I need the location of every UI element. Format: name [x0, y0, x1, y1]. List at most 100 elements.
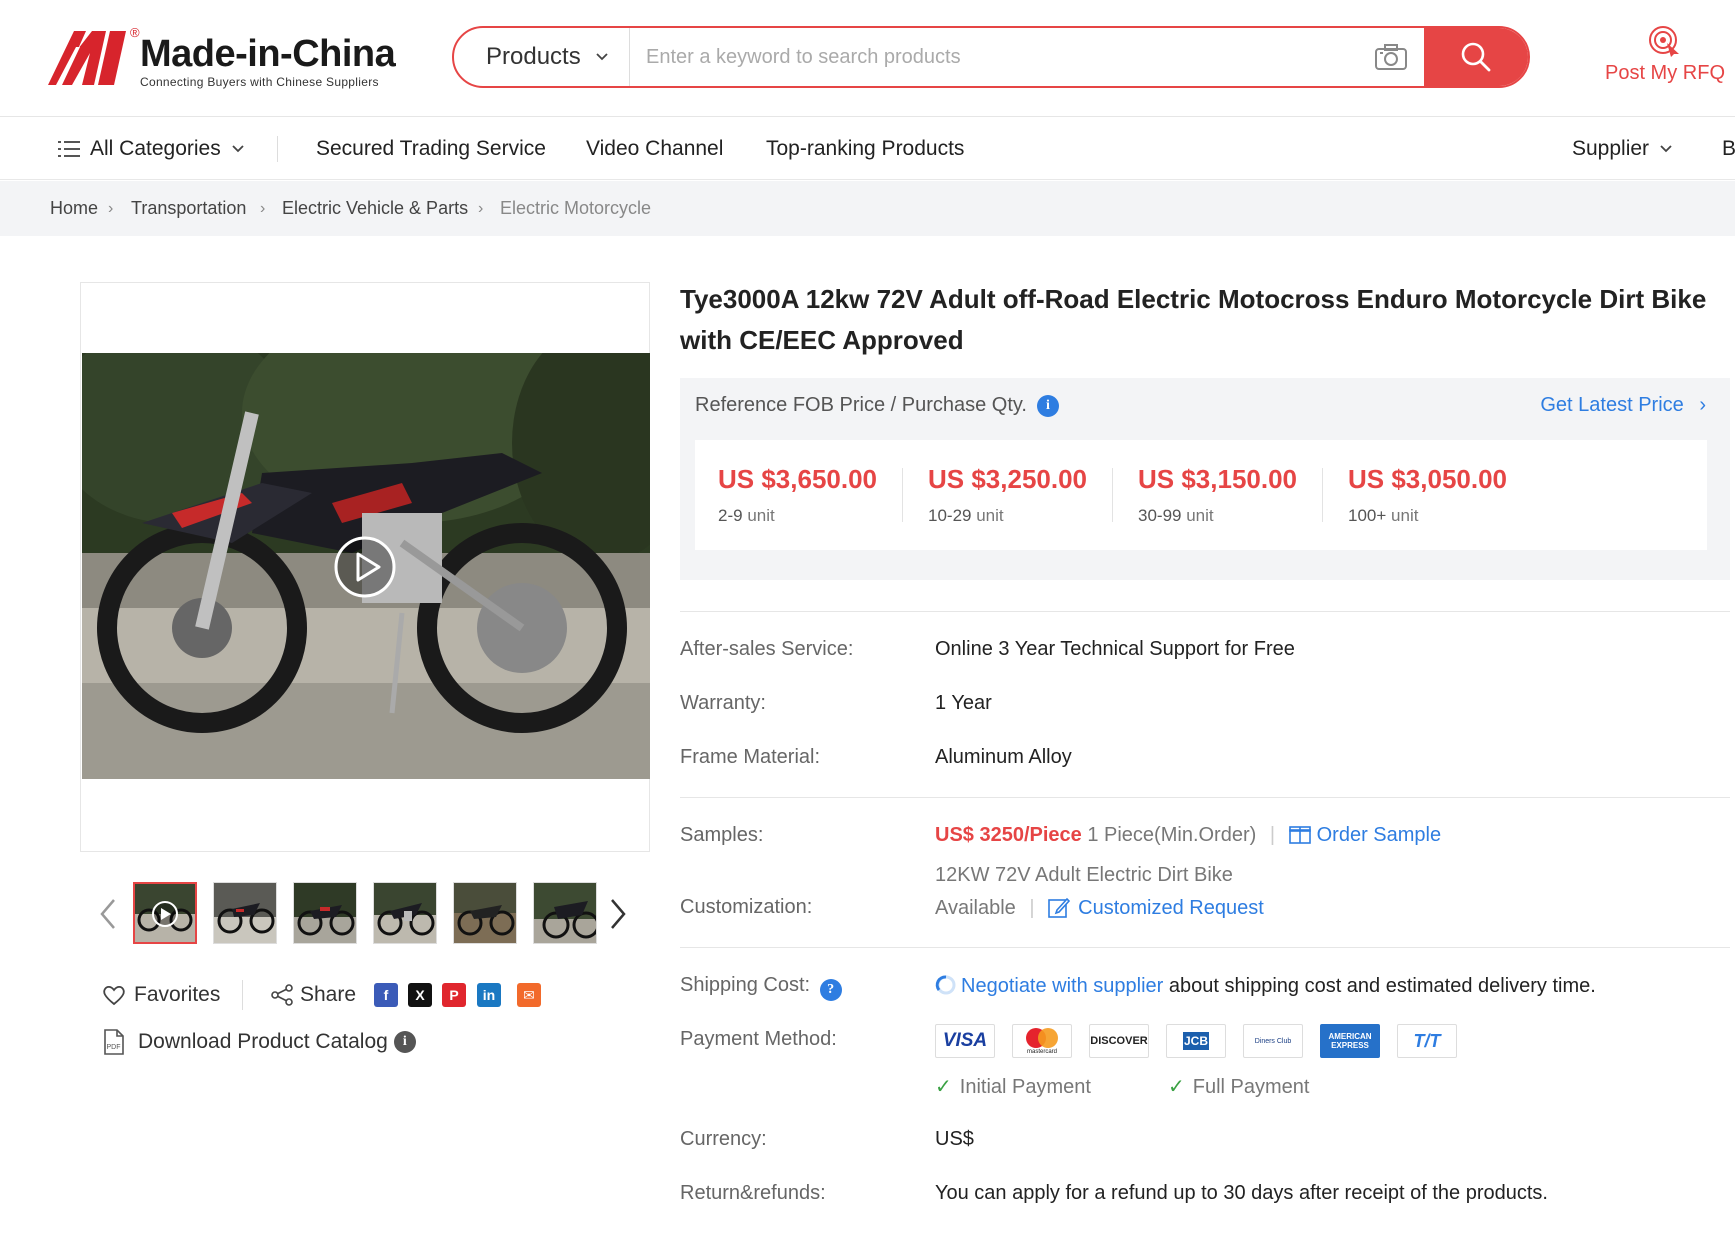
search-input[interactable] — [630, 28, 1390, 86]
customized-request-link[interactable]: Customized Request — [1048, 897, 1264, 919]
thumbnail-next-icon[interactable] — [606, 896, 630, 932]
thumbnail-image — [374, 883, 436, 943]
info-icon[interactable]: i — [393, 1031, 416, 1053]
facebook-icon[interactable]: f — [374, 983, 398, 1007]
supplier-menu[interactable]: Supplier — [1572, 118, 1673, 180]
thumbnail-image — [534, 883, 596, 943]
action-divider — [242, 980, 243, 1010]
email-icon[interactable]: ✉ — [517, 983, 541, 1007]
spec-value: Aluminum Alloy — [935, 746, 1072, 768]
section-divider — [680, 947, 1730, 948]
linkedin-icon[interactable]: in — [477, 983, 501, 1007]
get-latest-price-link[interactable]: Get Latest Price › — [1540, 394, 1706, 417]
thumbnail-3[interactable] — [293, 882, 357, 944]
tier-divider — [1322, 468, 1323, 522]
camera-search-icon[interactable] — [1374, 42, 1408, 72]
logo-mark-icon — [48, 31, 126, 85]
jcb-icon: JCB — [1166, 1024, 1226, 1058]
search-type-label: Products — [486, 43, 581, 70]
breadcrumb-transportation[interactable]: Transportation — [131, 181, 246, 236]
thumbnail-4[interactable] — [373, 882, 437, 944]
breadcrumb-electric-vehicle[interactable]: Electric Vehicle & Parts — [282, 181, 468, 236]
currency-label: Currency: — [680, 1128, 767, 1150]
section-divider — [680, 797, 1730, 798]
breadcrumb-home[interactable]: Home — [50, 181, 98, 236]
spec-label: Frame Material: — [680, 746, 821, 768]
spec-label: Warranty: — [680, 692, 766, 714]
thumbnail-6[interactable] — [533, 882, 597, 944]
pinterest-icon[interactable]: P — [442, 983, 466, 1007]
price-header-label: Reference FOB Price / Purchase Qty. — [695, 394, 1027, 416]
order-sample-label: Order Sample — [1316, 824, 1442, 846]
chevron-down-icon — [596, 53, 608, 61]
price-header: Reference FOB Price / Purchase Qty. i — [695, 394, 1059, 417]
tier-price: US $3,250.00 — [928, 464, 1088, 494]
tier-divider — [902, 468, 903, 522]
x-twitter-icon[interactable]: X — [408, 983, 432, 1007]
nav-divider — [277, 136, 278, 162]
thumbnail-image — [294, 883, 356, 943]
amex-icon: AMERICAN EXPRESS — [1320, 1024, 1380, 1058]
thumbnail-image — [214, 883, 276, 943]
nav-cut-item[interactable]: B — [1722, 118, 1735, 180]
search-button[interactable] — [1424, 28, 1528, 86]
tier-price: US $3,650.00 — [718, 464, 878, 494]
help-icon[interactable]: ? — [819, 979, 842, 1001]
video-play-icon[interactable] — [333, 535, 397, 599]
shipping-text: about shipping cost and estimated delive… — [1168, 975, 1596, 997]
breadcrumb-current: Electric Motorcycle — [500, 198, 652, 218]
price-tier: US $3,050.00 100+ unit — [1325, 440, 1535, 550]
mastercard-icon: mastercard — [1012, 1024, 1072, 1058]
all-categories-menu[interactable]: All Categories — [58, 118, 245, 180]
site-header: ® Made-in-China Connecting Buyers with C… — [0, 0, 1735, 117]
favorites-label: Favorites — [134, 983, 221, 1006]
main-nav: All Categories Secured Trading Service V… — [0, 118, 1735, 180]
list-menu-icon — [58, 141, 80, 157]
thumbnail-video[interactable] — [133, 882, 197, 944]
tier-price: US $3,150.00 — [1138, 464, 1298, 494]
tier-qty: 100+ unit — [1348, 506, 1419, 525]
tier-qty: 10-29 unit — [928, 506, 1004, 525]
search-icon — [1461, 42, 1491, 72]
thumbnail-prev-icon[interactable] — [96, 896, 120, 932]
favorites-button[interactable]: Favorites — [102, 980, 220, 1010]
samples-label: Samples: — [680, 824, 764, 846]
breadcrumb-separator-icon: › — [108, 200, 114, 217]
price-tiers: US $3,650.00 2-9 unit US $3,250.00 10-29… — [695, 440, 1707, 550]
mastercard-circles — [1026, 1028, 1058, 1048]
product-title: Tye3000A 12kw 72V Adult off-Road Electri… — [680, 284, 1707, 355]
breadcrumb-separator-icon: › — [260, 200, 266, 217]
post-rfq-link[interactable]: Post My RFQ — [1600, 24, 1730, 90]
order-sample-link[interactable]: Order Sample — [1288, 824, 1442, 846]
sample-moq: 1 Piece(Min.Order) — [1087, 824, 1257, 846]
supplier-label: Supplier — [1572, 137, 1650, 160]
site-logo[interactable]: ® Made-in-China Connecting Buyers with C… — [48, 25, 396, 89]
nav-top-ranking[interactable]: Top-ranking Products — [766, 118, 964, 180]
thumbnail-image — [135, 884, 195, 942]
logo-registered-mark: ® — [130, 25, 140, 40]
all-categories-label: All Categories — [90, 137, 221, 160]
thumbnail-2[interactable] — [213, 882, 277, 944]
info-icon[interactable]: i — [1036, 394, 1059, 417]
customization-value: Available | Customized Request — [935, 896, 1264, 920]
breadcrumb-separator-icon: › — [478, 200, 484, 217]
share-icon — [271, 984, 293, 1006]
chevron-right-icon: › — [1699, 394, 1706, 416]
spec-value: Online 3 Year Technical Support for Free — [935, 638, 1295, 660]
download-catalog-link[interactable]: PDF Download Product Catalog i — [102, 1027, 416, 1057]
negotiate-supplier-link[interactable]: Negotiate with supplier — [961, 975, 1163, 997]
tier-qty: 2-9 unit — [718, 506, 775, 525]
visa-icon: VISA — [935, 1024, 995, 1058]
customization-label: Customization: — [680, 896, 813, 918]
nav-video-channel[interactable]: Video Channel — [586, 118, 723, 180]
nav-secured-trading[interactable]: Secured Trading Service — [316, 118, 546, 180]
tier-divider — [1112, 468, 1113, 522]
search-type-dropdown[interactable]: Products — [454, 28, 630, 86]
refunds-label: Return&refunds: — [680, 1182, 826, 1204]
thumbnail-5[interactable] — [453, 882, 517, 944]
share-button[interactable]: Share — [270, 980, 356, 1010]
main-product-image[interactable] — [80, 282, 650, 852]
chevron-down-icon — [1660, 145, 1672, 153]
download-catalog-label: Download Product Catalog — [138, 1030, 388, 1053]
search-bar: Products — [452, 26, 1530, 88]
